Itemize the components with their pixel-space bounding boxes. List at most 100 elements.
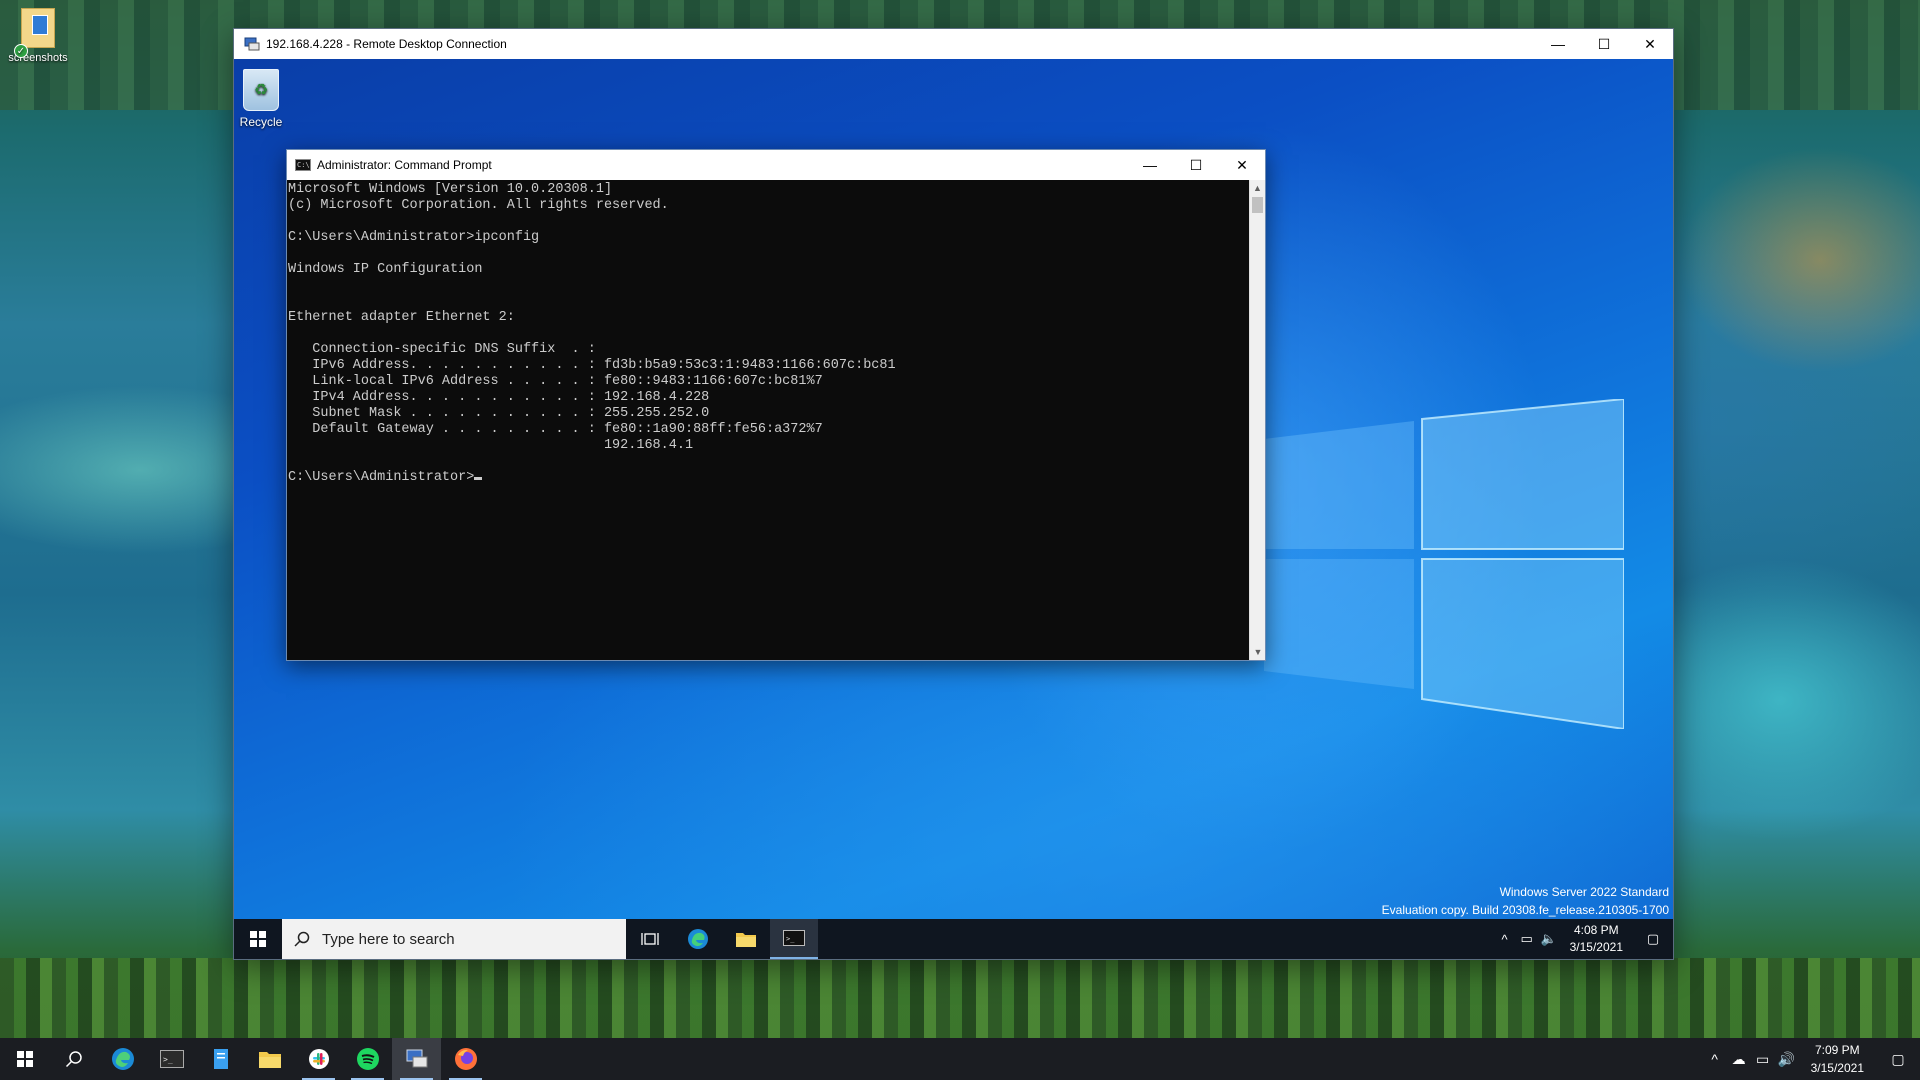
command-prompt-window: C:\ Administrator: Command Prompt — ☐ ✕ … — [286, 149, 1266, 661]
remote-search-box[interactable]: Type here to search — [282, 919, 626, 959]
console-line: Link-local IPv6 Address . . . . . : fe80… — [288, 374, 823, 389]
console-line: 192.168.4.1 — [288, 438, 694, 453]
host-date: 3/15/2021 — [1810, 1061, 1864, 1075]
remote-desktop-area: Recycle C:\ Administrator: Command Promp… — [234, 59, 1673, 959]
host-terminal-button[interactable]: >_ — [147, 1038, 196, 1080]
scroll-thumb[interactable] — [1252, 197, 1263, 213]
network-icon[interactable]: ▭ — [1751, 1051, 1775, 1068]
volume-muted-icon[interactable]: 🔈 — [1538, 931, 1560, 947]
watermark-edition: Windows Server 2022 Standard — [1499, 885, 1669, 899]
console-output[interactable]: Microsoft Windows [Version 10.0.20308.1]… — [287, 180, 1249, 660]
notepad-icon — [213, 1049, 228, 1069]
folder-icon — [21, 8, 55, 48]
rdp-close-button[interactable]: ✕ — [1627, 29, 1673, 59]
terminal-icon: >_ — [783, 930, 805, 946]
chevron-up-icon[interactable]: ^ — [1703, 1051, 1727, 1067]
terminal-icon: >_ — [159, 1050, 184, 1068]
folder-icon — [736, 933, 756, 947]
console-prompt-line[interactable]: C:\Users\Administrator> — [288, 470, 1248, 486]
text-cursor — [474, 477, 483, 480]
host-firefox-button[interactable] — [441, 1038, 490, 1080]
desktop-icon-recycle-bin[interactable]: Recycle — [234, 69, 288, 129]
console-line: Default Gateway . . . . . . . . . : fe80… — [288, 422, 823, 437]
search-placeholder: Type here to search — [322, 930, 455, 948]
rdp-titlebar[interactable]: 192.168.4.228 - Remote Desktop Connectio… — [234, 29, 1673, 59]
search-icon — [65, 1051, 82, 1068]
svg-text:>_: >_ — [163, 1055, 173, 1064]
rdp-minimize-button[interactable]: — — [1535, 29, 1581, 59]
rdp-window-title: 192.168.4.228 - Remote Desktop Connectio… — [266, 37, 507, 51]
taskbar-edge-button[interactable] — [674, 919, 722, 959]
remote-desktop-window: 192.168.4.228 - Remote Desktop Connectio… — [233, 28, 1674, 960]
network-icon[interactable]: ▭ — [1516, 931, 1538, 947]
volume-icon[interactable]: 🔊 — [1775, 1051, 1799, 1068]
console-line: Subnet Mask . . . . . . . . . . . : 255.… — [288, 406, 710, 421]
remote-taskbar: Type here to search >_ ^ ▭ 🔈 4:08 PM 3/1… — [234, 919, 1673, 959]
host-slack-button[interactable] — [294, 1038, 343, 1080]
host-wallpaper-forest — [0, 958, 1920, 1038]
cmd-minimize-button[interactable]: — — [1127, 150, 1173, 180]
windows-start-icon — [16, 1051, 33, 1067]
remote-clock[interactable]: 4:08 PM 3/15/2021 — [1560, 922, 1633, 956]
svg-text:>_: >_ — [786, 935, 795, 943]
host-remote-desktop-button[interactable] — [392, 1038, 441, 1080]
taskbar-file-explorer-button[interactable] — [722, 919, 770, 959]
host-file-explorer-button[interactable] — [245, 1038, 294, 1080]
cmd-scrollbar[interactable]: ▲ ▼ — [1249, 180, 1265, 660]
host-taskbar: >_ ^ ☁ ▭ 🔊 7:09 PM 3/15/2021 ▢ — [0, 1038, 1920, 1080]
cmd-app-icon: C:\ — [295, 159, 311, 171]
host-system-tray: ^ ☁ ▭ 🔊 7:09 PM 3/15/2021 ▢ — [1703, 1038, 1920, 1080]
console-prompt: C:\Users\Administrator> — [288, 470, 475, 485]
console-line: IPv4 Address. . . . . . . . . . . : 192.… — [288, 390, 710, 405]
onedrive-cloud-icon[interactable]: ☁ — [1727, 1051, 1751, 1068]
scroll-up-arrow-icon[interactable]: ▲ — [1250, 180, 1265, 196]
scroll-down-arrow-icon[interactable]: ▼ — [1250, 644, 1266, 660]
notifications-icon[interactable]: ▢ — [1633, 931, 1673, 947]
remote-start-button[interactable] — [234, 919, 282, 959]
recycle-bin-label: Recycle — [239, 115, 283, 129]
cmd-titlebar[interactable]: C:\ Administrator: Command Prompt — ☐ ✕ — [287, 150, 1265, 180]
windows-logo-wallpaper — [1264, 399, 1624, 729]
console-line: (c) Microsoft Corporation. All rights re… — [288, 198, 669, 213]
host-notepad-button[interactable] — [196, 1038, 245, 1080]
desktop-icon-screenshots[interactable]: ✓ screenshots — [4, 8, 72, 64]
sync-check-icon: ✓ — [14, 44, 28, 58]
console-line: Connection-specific DNS Suffix . : — [288, 342, 596, 357]
notifications-icon[interactable]: ▢ — [1876, 1051, 1920, 1068]
host-spotify-button[interactable] — [343, 1038, 392, 1080]
task-view-icon — [641, 933, 659, 945]
windows-start-icon — [250, 931, 266, 947]
taskbar-cmd-button[interactable]: >_ — [770, 919, 818, 959]
cmd-maximize-button[interactable]: ☐ — [1173, 150, 1219, 180]
console-line: Windows IP Configuration — [288, 262, 483, 277]
console-line: C:\Users\Administrator>ipconfig — [288, 230, 540, 245]
console-line: IPv6 Address. . . . . . . . . . . : fd3b… — [288, 358, 896, 373]
chevron-up-icon[interactable]: ^ — [1494, 932, 1516, 947]
folder-icon — [258, 1052, 281, 1068]
task-view-button[interactable] — [626, 919, 674, 959]
host-start-button[interactable] — [0, 1038, 49, 1080]
evaluation-watermark: Windows Server 2022 Standard Evaluation … — [1382, 883, 1669, 919]
slack-icon — [308, 1049, 329, 1069]
host-edge-dev-button[interactable] — [98, 1038, 147, 1080]
firefox-icon — [454, 1048, 477, 1070]
host-time: 7:09 PM — [1814, 1043, 1860, 1057]
remote-desktop-icon — [406, 1049, 427, 1068]
rdp-maximize-button[interactable]: ☐ — [1581, 29, 1627, 59]
host-clock[interactable]: 7:09 PM 3/15/2021 — [1799, 1041, 1876, 1077]
remote-time: 4:08 PM — [1573, 923, 1619, 937]
console-line: Microsoft Windows [Version 10.0.20308.1] — [288, 182, 613, 197]
watermark-build: Evaluation copy. Build 20308.fe_release.… — [1381, 903, 1669, 917]
spotify-icon — [356, 1048, 379, 1070]
cmd-close-button[interactable]: ✕ — [1219, 150, 1265, 180]
remote-system-tray: ^ ▭ 🔈 4:08 PM 3/15/2021 ▢ — [1494, 919, 1673, 959]
cmd-window-title: Administrator: Command Prompt — [317, 158, 492, 172]
edge-dev-icon — [111, 1048, 134, 1070]
host-search-button[interactable] — [49, 1038, 98, 1080]
